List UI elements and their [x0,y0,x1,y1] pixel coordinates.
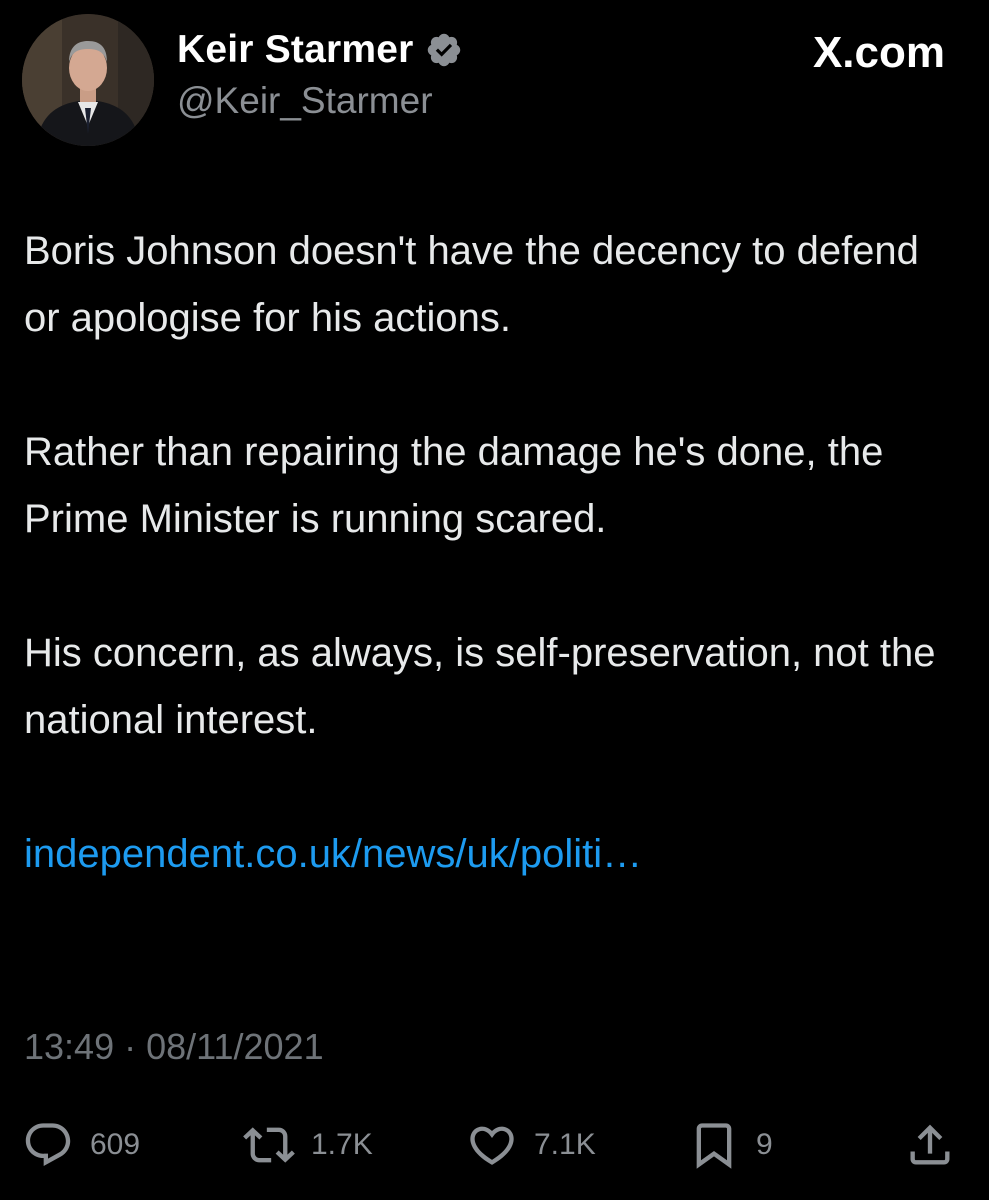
reply-button[interactable]: 609 [22,1110,140,1180]
bookmark-button[interactable]: 9 [688,1110,773,1180]
action-bar: 609 1.7K 7.1K 9 [0,1110,989,1180]
tweet-card: Keir Starmer @Keir_Starmer X.com Boris J… [0,0,989,1200]
bookmark-icon [688,1119,740,1171]
tweet-paragraph: Boris Johnson doesn't have the decency t… [24,229,919,340]
tweet-paragraph: Rather than repairing the damage he's do… [24,430,884,541]
repost-icon [243,1119,295,1171]
tweet-timestamp[interactable]: 13:49 · 08/11/2021 [24,1026,324,1068]
share-icon [904,1119,956,1171]
tweet-text: Boris Johnson doesn't have the decency t… [24,218,964,955]
tweet-link-paragraph: independent.co.uk/news/uk/politi… [24,821,964,888]
repost-count: 1.7K [311,1128,373,1161]
verified-badge-icon [425,31,463,69]
article-link[interactable]: independent.co.uk/news/uk/politi… [24,832,642,876]
tweet-paragraph: His concern, as always, is self-preserva… [24,631,936,742]
author-name-row: Keir Starmer [177,26,463,74]
reply-count: 609 [90,1128,141,1161]
reply-icon [22,1119,74,1171]
author-display-name[interactable]: Keir Starmer [177,28,414,72]
share-button[interactable] [904,1110,956,1180]
like-button[interactable]: 7.1K [466,1110,596,1180]
like-count: 7.1K [534,1128,596,1161]
author-handle[interactable]: @Keir_Starmer [177,80,433,122]
avatar[interactable] [22,14,154,146]
x-logo: X.com [812,28,945,77]
heart-icon [466,1119,518,1171]
bookmark-count: 9 [756,1128,773,1161]
repost-button[interactable]: 1.7K [243,1110,373,1180]
